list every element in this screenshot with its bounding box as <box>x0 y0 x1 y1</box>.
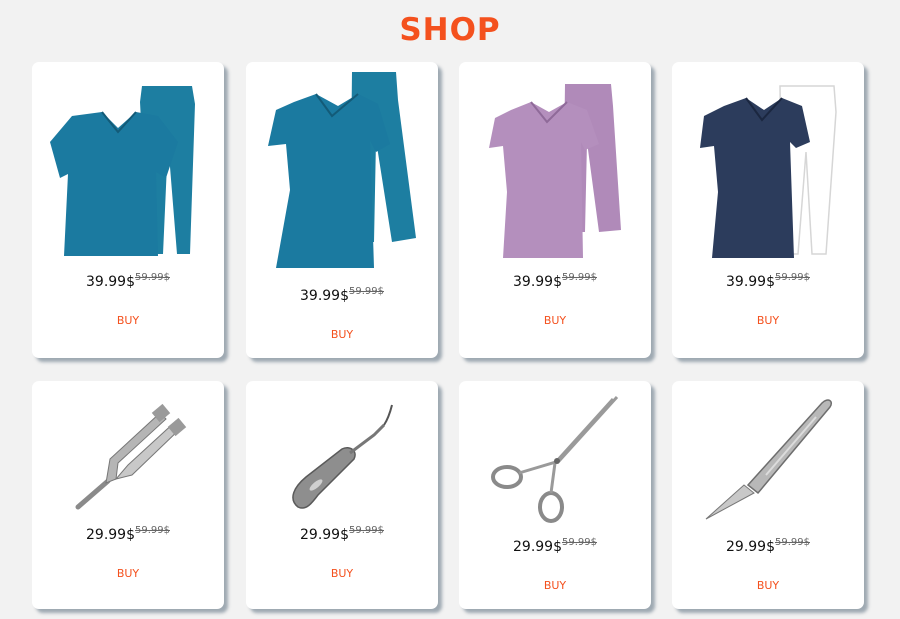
product-card[interactable]: 29.99$59.99$ BUY <box>246 381 438 609</box>
buy-button[interactable]: BUY <box>246 567 438 580</box>
lilac-tunic-set-image <box>489 84 621 258</box>
price: 29.99$59.99$ <box>32 525 224 543</box>
buy-button[interactable]: BUY <box>32 567 224 580</box>
buy-button[interactable]: BUY <box>672 579 864 592</box>
price: 39.99$59.99$ <box>459 272 651 290</box>
original-price: 59.99$ <box>775 537 810 548</box>
product-card[interactable]: 39.99$59.99$ BUY <box>672 62 864 358</box>
navy-tunic-set-image <box>700 85 837 258</box>
current-price: 29.99$ <box>86 527 135 543</box>
buy-button[interactable]: BUY <box>32 314 224 327</box>
price: 29.99$59.99$ <box>246 525 438 543</box>
original-price: 59.99$ <box>349 286 384 297</box>
buy-button[interactable]: BUY <box>246 328 438 341</box>
product-card[interactable]: 39.99$59.99$ BUY <box>459 62 651 358</box>
current-price: 29.99$ <box>300 527 349 543</box>
current-price: 39.99$ <box>300 288 349 304</box>
buy-button[interactable]: BUY <box>672 314 864 327</box>
original-price: 59.99$ <box>775 272 810 283</box>
current-price: 29.99$ <box>513 539 562 555</box>
price: 29.99$59.99$ <box>459 537 651 555</box>
wrap-tunic-set-image <box>268 72 416 268</box>
product-card[interactable]: 29.99$59.99$ BUY <box>459 381 651 609</box>
original-price: 59.99$ <box>349 525 384 536</box>
dental-elevator-image <box>292 404 393 509</box>
product-card[interactable]: 39.99$59.99$ BUY <box>32 62 224 358</box>
price: 39.99$59.99$ <box>672 272 864 290</box>
price: 29.99$59.99$ <box>672 537 864 555</box>
buy-button[interactable]: BUY <box>459 579 651 592</box>
product-card[interactable]: 29.99$59.99$ BUY <box>672 381 864 609</box>
tuning-fork-image <box>75 403 187 510</box>
forceps-image <box>491 395 619 523</box>
original-price: 59.99$ <box>562 272 597 283</box>
scalpel-image <box>705 399 833 520</box>
current-price: 39.99$ <box>726 274 775 290</box>
price: 39.99$59.99$ <box>246 286 438 304</box>
page-title: SHOP <box>399 12 501 48</box>
scrub-set-image <box>50 86 195 256</box>
original-price: 59.99$ <box>135 525 170 536</box>
current-price: 39.99$ <box>513 274 562 290</box>
original-price: 59.99$ <box>562 537 597 548</box>
original-price: 59.99$ <box>135 272 170 283</box>
buy-button[interactable]: BUY <box>459 314 651 327</box>
price: 39.99$59.99$ <box>32 272 224 290</box>
current-price: 39.99$ <box>86 274 135 290</box>
product-card[interactable]: 39.99$59.99$ BUY <box>246 62 438 358</box>
current-price: 29.99$ <box>726 539 775 555</box>
product-card[interactable]: 29.99$59.99$ BUY <box>32 381 224 609</box>
